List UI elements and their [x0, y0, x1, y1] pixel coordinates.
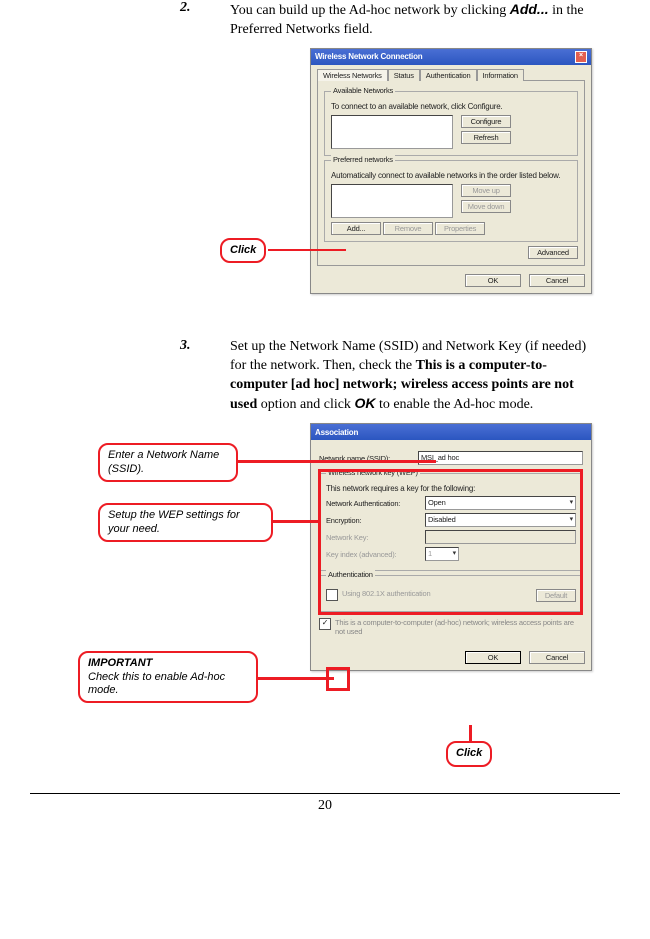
connector-click-1: [268, 249, 346, 252]
wep-text: This network requires a key for the foll…: [326, 484, 576, 493]
8021x-label: Using 802.1X authentication: [342, 589, 430, 598]
encryption-select[interactable]: Disabled: [425, 513, 576, 527]
callout-click-2: Click: [446, 741, 492, 766]
dialog2-title: Association: [315, 428, 358, 437]
preferred-networks-list[interactable]: [331, 184, 453, 218]
callout-ssid: Enter a Network Name (SSID).: [98, 443, 238, 481]
move-down-button[interactable]: Move down: [461, 200, 511, 213]
preferred-networks-legend: Preferred networks: [331, 155, 395, 164]
tab-authentication[interactable]: Authentication: [420, 69, 477, 81]
adhoc-checkbox[interactable]: ✓: [319, 618, 331, 630]
encryption-label: Encryption:: [326, 516, 421, 525]
dialog1-title: Wireless Network Connection: [315, 52, 422, 61]
step-3-text: Set up the Network Name (SSID) and Netwo…: [230, 338, 620, 416]
8021x-default-button: Default: [536, 589, 576, 602]
callout-click-1-text: Click: [230, 244, 256, 256]
connector-important: [246, 677, 334, 680]
8021x-checkbox[interactable]: [326, 589, 338, 601]
advanced-button[interactable]: Advanced: [528, 246, 578, 259]
step-2-text: You can build up the Ad-hoc network by c…: [230, 0, 620, 40]
step3-text-b: option and click: [257, 397, 354, 412]
wireless-connection-dialog: Wireless Network Connection × Wireless N…: [310, 48, 592, 294]
preferred-networks-text: Automatically connect to available netwo…: [331, 171, 571, 180]
configure-button[interactable]: Configure: [461, 115, 511, 128]
key-index-label: Key index (advanced):: [326, 550, 421, 559]
move-up-button[interactable]: Move up: [461, 184, 511, 197]
available-networks-text: To connect to an available network, clic…: [331, 102, 571, 111]
network-auth-label: Network Authentication:: [326, 499, 421, 508]
step2-text-a: You can build up the Ad-hoc network by c…: [230, 3, 510, 18]
callout-important-title: IMPORTANT: [88, 657, 248, 670]
network-key-input: [425, 530, 576, 544]
network-auth-select[interactable]: Open: [425, 496, 576, 510]
available-networks-legend: Available Networks: [331, 86, 395, 95]
step3-text-c: to enable the Ad-hoc mode.: [375, 397, 533, 412]
wep-legend: Wireless network key (WEP): [326, 468, 420, 477]
refresh-button[interactable]: Refresh: [461, 131, 511, 144]
callout-wep: Setup the WEP settings for your need.: [98, 503, 273, 541]
connector-click-2: [469, 725, 472, 741]
step-3-number: 3.: [180, 338, 230, 416]
callout-wep-text: Setup the WEP settings for your need.: [108, 509, 240, 534]
adhoc-label: This is a computer-to-computer (ad-hoc) …: [335, 618, 583, 636]
callout-important: IMPORTANT Check this to enable Ad-hoc mo…: [78, 651, 258, 703]
callout-ssid-text: Enter a Network Name (SSID).: [108, 449, 219, 474]
dialog2-cancel-button[interactable]: Cancel: [529, 651, 585, 664]
tab-wireless-networks[interactable]: Wireless Networks: [317, 69, 388, 81]
footer-rule: [30, 793, 620, 794]
connector-ssid: [226, 460, 436, 463]
add-button[interactable]: Add...: [331, 222, 381, 235]
auth-legend: Authentication: [326, 570, 375, 579]
add-inline-label: Add...: [510, 1, 549, 17]
remove-button[interactable]: Remove: [383, 222, 433, 235]
close-icon[interactable]: ×: [575, 51, 587, 63]
page-number: 20: [0, 798, 650, 822]
network-key-label: Network Key:: [326, 533, 421, 542]
ok-inline-label: OK: [354, 395, 375, 411]
callout-click-2-text: Click: [456, 747, 482, 759]
dialog1-cancel-button[interactable]: Cancel: [529, 274, 585, 287]
callout-click-1: Click: [220, 238, 266, 263]
callout-important-text: Check this to enable Ad-hoc mode.: [88, 671, 248, 697]
tab-status[interactable]: Status: [388, 69, 420, 81]
tab-information[interactable]: Information: [477, 69, 524, 81]
available-networks-list[interactable]: [331, 115, 453, 149]
dialog2-ok-button[interactable]: OK: [465, 651, 521, 664]
key-index-select: 1: [425, 547, 459, 561]
step-2-number: 2.: [180, 0, 230, 40]
dialog1-ok-button[interactable]: OK: [465, 274, 521, 287]
properties-button[interactable]: Properties: [435, 222, 485, 235]
network-name-input[interactable]: MSI_ad hoc: [418, 451, 583, 465]
